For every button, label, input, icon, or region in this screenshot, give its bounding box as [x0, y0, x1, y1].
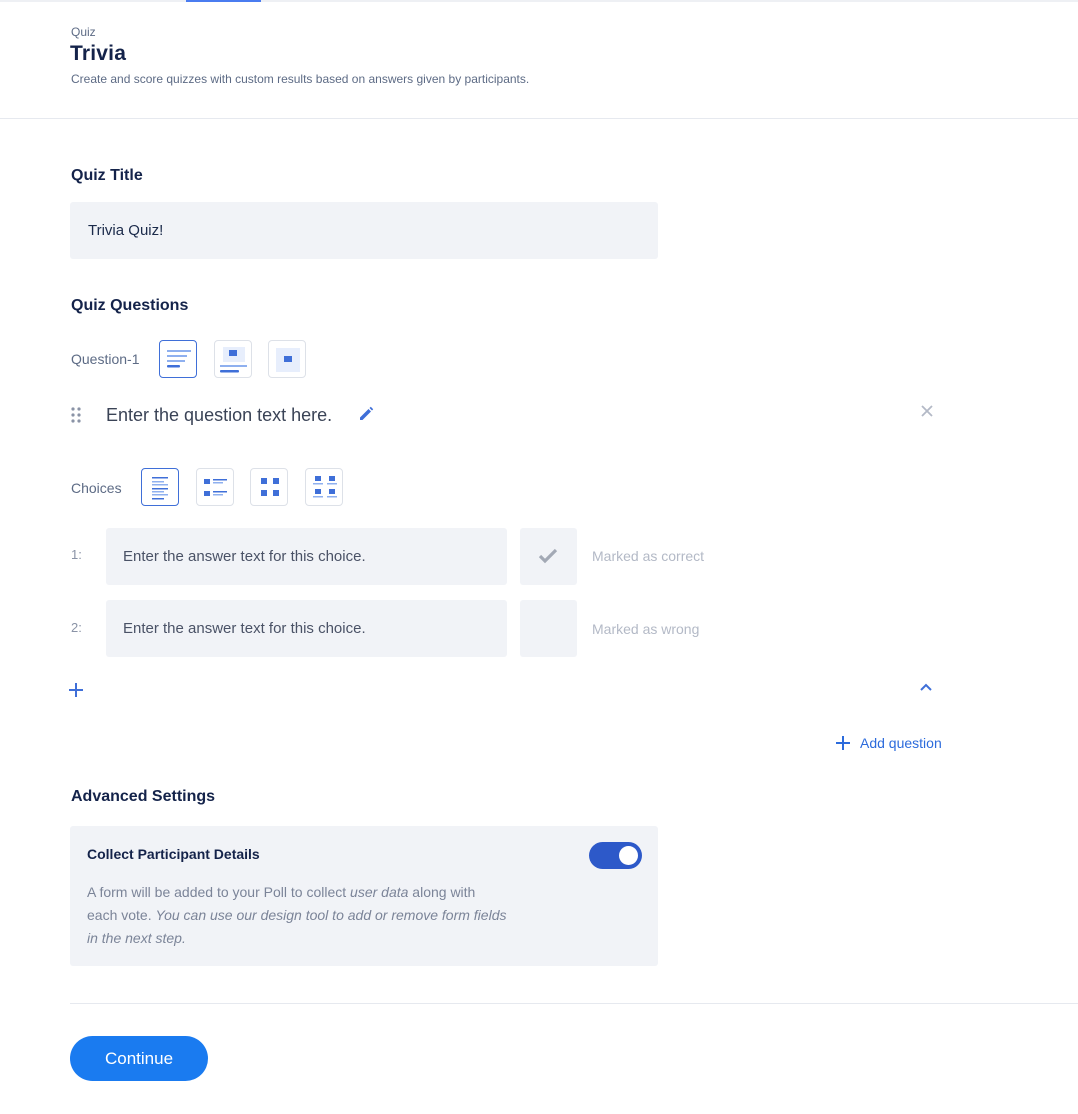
- close-icon[interactable]: [920, 404, 934, 418]
- question-type-image-text-button[interactable]: [214, 340, 252, 378]
- collect-details-title: Collect Participant Details: [87, 846, 260, 862]
- page-header: Quiz Trivia Create and score quizzes wit…: [0, 0, 1078, 119]
- drag-handle-icon[interactable]: [70, 406, 82, 424]
- advanced-settings-label: Advanced Settings: [71, 788, 216, 805]
- quiz-title-input[interactable]: [70, 202, 658, 259]
- choice-number: 1:: [71, 547, 82, 562]
- text-lines-icon: [167, 350, 191, 368]
- choice-layout-grid-button[interactable]: [250, 468, 288, 506]
- collect-details-card: Collect Participant Details A form will …: [70, 826, 658, 966]
- add-question-label: Add question: [860, 735, 942, 751]
- choices-label: Choices: [71, 480, 122, 496]
- choice-1-input[interactable]: [106, 528, 507, 585]
- check-icon: [538, 548, 558, 564]
- toggle-knob: [619, 846, 638, 865]
- question-text[interactable]: Enter the question text here.: [106, 405, 332, 426]
- question-number-label: Question-1: [71, 351, 140, 367]
- page-title: Trivia: [70, 42, 127, 65]
- collect-details-toggle[interactable]: [589, 842, 642, 869]
- collect-details-description: A form will be added to your Poll to col…: [87, 884, 507, 946]
- question-type-text-button[interactable]: [159, 340, 197, 378]
- choice-layout-image-grid-button[interactable]: [305, 468, 343, 506]
- choice-1-correct-toggle[interactable]: [520, 528, 577, 585]
- list-layout-icon: [152, 477, 168, 500]
- choice-2-status: Marked as wrong: [592, 621, 700, 637]
- quiz-title-label: Quiz Title: [71, 167, 143, 184]
- image-icon: [276, 348, 300, 372]
- choice-2-input[interactable]: [106, 600, 507, 657]
- breadcrumb: Quiz: [71, 25, 96, 39]
- continue-button[interactable]: Continue: [70, 1036, 208, 1081]
- page-subtitle: Create and score quizzes with custom res…: [71, 72, 530, 86]
- choice-layout-list-button[interactable]: [141, 468, 179, 506]
- question-type-image-button[interactable]: [268, 340, 306, 378]
- choice-1-status: Marked as correct: [592, 548, 705, 564]
- image-list-layout-icon: [204, 479, 227, 496]
- image-text-icon: [220, 347, 247, 373]
- add-choice-plus-icon[interactable]: [68, 682, 84, 698]
- quiz-questions-label: Quiz Questions: [71, 297, 189, 314]
- chevron-up-icon[interactable]: [918, 681, 934, 693]
- plus-icon: [836, 736, 850, 750]
- divider: [70, 1003, 1078, 1004]
- image-grid-layout-icon: [313, 476, 337, 498]
- choice-number: 2:: [71, 620, 82, 635]
- grid-layout-icon: [261, 478, 279, 496]
- choice-2-correct-toggle[interactable]: [520, 600, 577, 657]
- pencil-icon[interactable]: [358, 406, 374, 422]
- choice-layout-image-list-button[interactable]: [196, 468, 234, 506]
